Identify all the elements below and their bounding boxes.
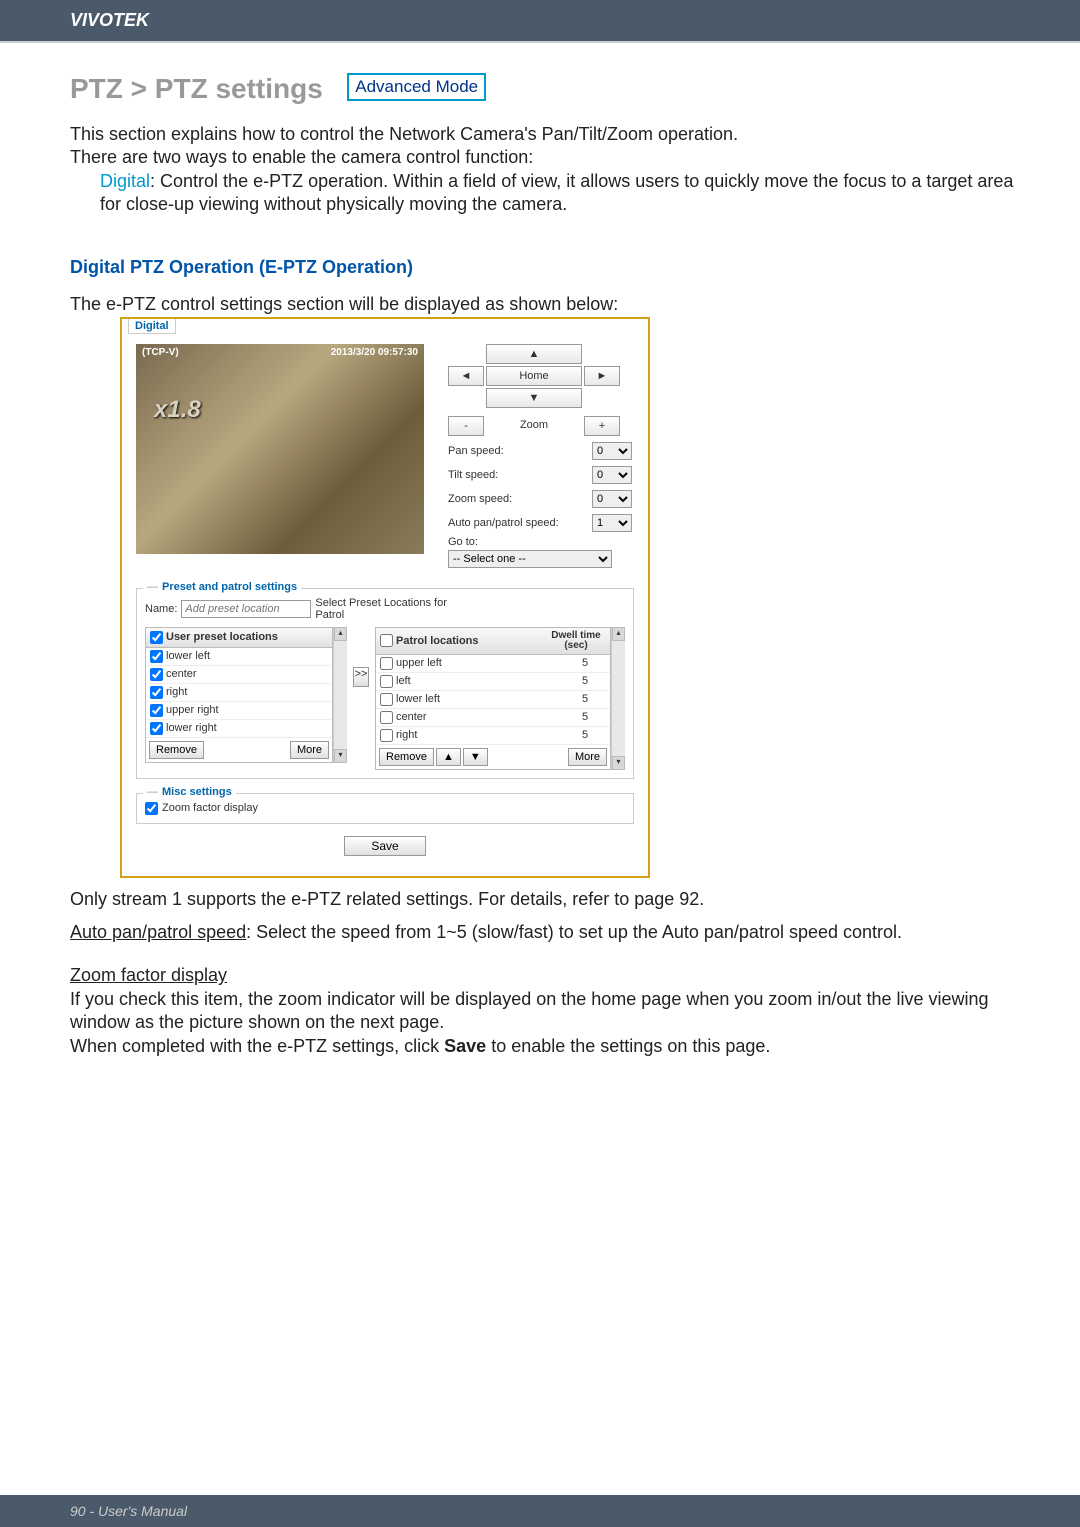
name-label: Name: — [145, 603, 177, 615]
row-label: upper right — [166, 704, 219, 716]
zoom-factor-checkbox[interactable] — [145, 802, 158, 815]
dwell-val: 5 — [582, 711, 606, 723]
row-check[interactable] — [380, 711, 393, 724]
video-timestamp: 2013/3/20 09:57:30 — [331, 347, 418, 358]
user-preset-head: User preset locations — [166, 631, 278, 643]
preset-fieldset: —Preset and patrol settings Name: Select… — [136, 588, 634, 779]
post-stream: Only stream 1 supports the e-PTZ related… — [70, 888, 1020, 911]
misc-legend: Misc settings — [162, 786, 232, 798]
row-check[interactable] — [150, 704, 163, 717]
dwell-val: 5 — [582, 729, 606, 741]
video-source: (TCP-V) — [142, 347, 179, 358]
zoom-out[interactable]: - — [448, 416, 484, 436]
row-check[interactable] — [150, 668, 163, 681]
row-label: right — [166, 686, 187, 698]
row-check[interactable] — [380, 657, 393, 670]
row-label: right — [396, 729, 417, 741]
row-check[interactable] — [150, 686, 163, 699]
row-check[interactable] — [380, 675, 393, 688]
user-preset-table: User preset locations lower left center … — [145, 627, 333, 763]
digital-label: Digital — [100, 171, 150, 191]
zoom-in[interactable]: + — [584, 416, 620, 436]
row-label: left — [396, 675, 411, 687]
scrollbar[interactable]: ▴ ▾ — [611, 627, 625, 770]
left-remove-button[interactable]: Remove — [149, 741, 204, 759]
goto-select[interactable]: -- Select one -- — [448, 550, 612, 568]
zoom-p1: If you check this item, the zoom indicat… — [70, 988, 1020, 1035]
name-input[interactable] — [181, 600, 311, 618]
misc-fieldset: —Misc settings Zoom factor display — [136, 793, 634, 824]
screenshot-panel: Digital (TCP-V) 2013/3/20 09:57:30 x1.8 … — [120, 317, 650, 878]
zoom-underline: Zoom factor display — [70, 965, 227, 985]
page-title: PTZ > PTZ settings — [70, 73, 323, 105]
section-title: Digital PTZ Operation (E-PTZ Operation) — [70, 257, 1020, 278]
row-check[interactable] — [150, 722, 163, 735]
row-label: center — [396, 711, 427, 723]
intro-p2: There are two ways to enable the camera … — [70, 146, 1020, 169]
nav-right[interactable]: ► — [584, 366, 620, 386]
right-remove-button[interactable]: Remove — [379, 748, 434, 766]
pan-speed-label: Pan speed: — [448, 445, 504, 457]
scrollbar[interactable]: ▴ ▾ — [333, 627, 347, 763]
nav-home[interactable]: Home — [486, 366, 582, 386]
auto-text: : Select the speed from 1~5 (slow/fast) … — [246, 922, 902, 942]
row-label: lower right — [166, 722, 217, 734]
video-preview[interactable]: (TCP-V) 2013/3/20 09:57:30 x1.8 — [136, 344, 424, 554]
auto-speed-select[interactable]: 1 — [592, 514, 632, 532]
pan-speed-select[interactable]: 0 — [592, 442, 632, 460]
save-button[interactable]: Save — [344, 836, 425, 856]
zoom-speed-label: Zoom speed: — [448, 493, 512, 505]
row-label: lower left — [166, 650, 210, 662]
auto-underline: Auto pan/patrol speed — [70, 922, 246, 942]
row-check[interactable] — [380, 693, 393, 706]
row-label: lower left — [396, 693, 440, 705]
row-label: center — [166, 668, 197, 680]
patrol-checkall[interactable] — [380, 634, 393, 647]
right-more-button[interactable]: More — [568, 748, 607, 766]
digital-desc: : Control the e-PTZ operation. Within a … — [100, 171, 1013, 214]
advanced-mode-badge: Advanced Mode — [347, 73, 486, 101]
patrol-head: Patrol locations — [396, 635, 479, 647]
digital-tab[interactable]: Digital — [128, 319, 176, 334]
row-check[interactable] — [380, 729, 393, 742]
select-hint: Select Preset Locations for Patrol — [315, 597, 475, 621]
zoom-overlay: x1.8 — [154, 396, 201, 424]
zoom-bold: Save — [444, 1036, 486, 1056]
user-preset-checkall[interactable] — [150, 631, 163, 644]
tilt-speed-label: Tilt speed: — [448, 469, 498, 481]
dwell-val: 5 — [582, 657, 606, 669]
auto-speed-label: Auto pan/patrol speed: — [448, 517, 559, 529]
move-down-button[interactable]: ▼ — [463, 748, 488, 766]
nav-left[interactable]: ◄ — [448, 366, 484, 386]
dwell-head: Dwell time (sec) — [546, 631, 606, 651]
row-check[interactable] — [150, 650, 163, 663]
goto-label: Go to: — [448, 536, 634, 548]
preset-legend: Preset and patrol settings — [162, 581, 297, 593]
header-brand: VIVOTEK — [0, 0, 1080, 41]
move-up-button[interactable]: ▲ — [436, 748, 461, 766]
nav-up[interactable]: ▲ — [486, 344, 582, 364]
tilt-speed-select[interactable]: 0 — [592, 466, 632, 484]
footer: 90 - User's Manual — [0, 1495, 1080, 1527]
zoom-factor-label: Zoom factor display — [162, 802, 258, 814]
left-more-button[interactable]: More — [290, 741, 329, 759]
dwell-val: 5 — [582, 675, 606, 687]
patrol-table: Patrol locations Dwell time (sec) upper … — [375, 627, 611, 770]
section-sub: The e-PTZ control settings section will … — [70, 294, 1020, 315]
nav-down[interactable]: ▼ — [486, 388, 582, 408]
row-label: upper left — [396, 657, 442, 669]
zoom-p2b: to enable the settings on this page. — [486, 1036, 770, 1056]
dwell-val: 5 — [582, 693, 606, 705]
zoom-speed-select[interactable]: 0 — [592, 490, 632, 508]
transfer-button[interactable]: >> — [353, 667, 369, 687]
zoom-p2a: When completed with the e-PTZ settings, … — [70, 1036, 444, 1056]
zoom-label: Zoom — [486, 416, 582, 436]
intro-p1: This section explains how to control the… — [70, 123, 1020, 146]
